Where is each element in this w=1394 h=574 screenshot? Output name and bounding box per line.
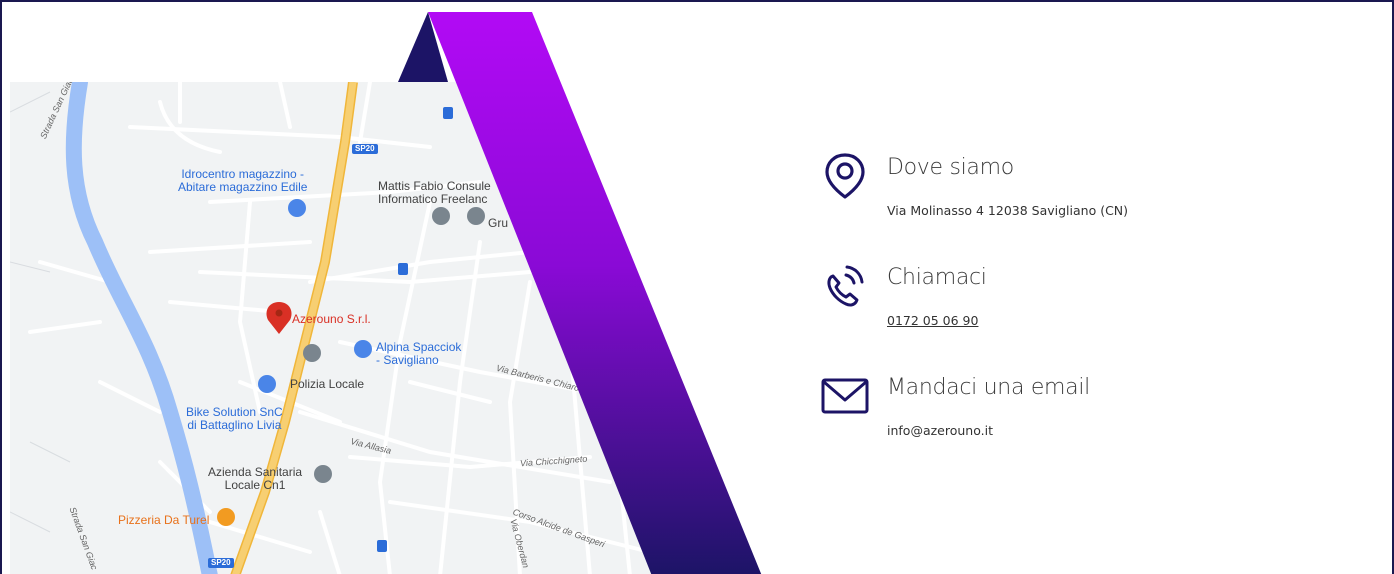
location-address: Via Molinasso 4 12038 Savigliano (CN) bbox=[887, 203, 1129, 218]
phone-number-link[interactable]: 0172 05 06 90 bbox=[887, 313, 978, 328]
email-title: Mandaci una email bbox=[887, 375, 1090, 400]
contact-info: Dove siamo Via Molinasso 4 12038 Savigli… bbox=[817, 147, 1337, 477]
envelope-icon bbox=[821, 378, 869, 414]
email-address[interactable]: info@azerouno.it bbox=[887, 423, 993, 438]
location-pin-icon bbox=[825, 153, 865, 199]
contact-location: Dove siamo Via Molinasso 4 12038 Savigli… bbox=[817, 147, 1337, 257]
location-title: Dove siamo bbox=[887, 155, 1014, 180]
phone-title: Chiamaci bbox=[887, 265, 987, 290]
phone-ringing-icon bbox=[827, 265, 864, 307]
contact-phone: Chiamaci 0172 05 06 90 bbox=[817, 257, 1337, 367]
contact-section: SP20 SP20 Idrocentro magazzino - Abitare… bbox=[0, 0, 1394, 574]
contact-email: Mandaci una email info@azerouno.it bbox=[817, 367, 1337, 477]
